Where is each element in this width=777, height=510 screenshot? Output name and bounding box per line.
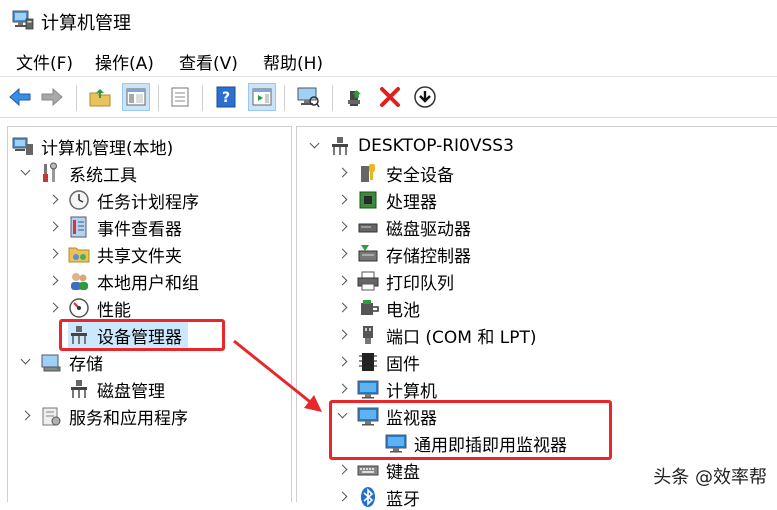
console-tree-pane: 计算机管理(本地) 系统工具 任务计划程序 事件查看器 共享文件夹 本地用户和组… [7,126,292,502]
scan-hardware-icon[interactable] [294,83,322,111]
tree-event-viewer[interactable]: 事件查看器 [48,214,182,240]
monitors-highlight [329,400,612,460]
services-icon [42,407,61,426]
menu-view[interactable]: 查看(V) [179,49,238,74]
expand-chevron-icon[interactable] [337,329,349,341]
clock-icon [69,190,89,210]
menu-help[interactable]: 帮助(H) [263,49,323,74]
device-computer[interactable]: 计算机 [337,376,437,402]
tree-services-apps[interactable]: 服务和应用程序 [20,403,188,429]
expand-chevron-icon[interactable] [337,356,349,368]
bluetooth-icon [361,487,375,507]
computer-management-icon [12,10,34,30]
expand-chevron-icon[interactable] [337,275,349,287]
device-keyboards[interactable]: 键盘 [337,457,420,483]
expand-chevron-icon[interactable] [337,491,349,503]
computer-management-icon [12,137,33,155]
device-firmware[interactable]: 固件 [337,349,420,375]
monitor-icon [357,380,379,399]
tree-task-scheduler[interactable]: 任务计划程序 [48,187,199,213]
expand-chevron-icon[interactable] [337,383,349,395]
users-icon [71,273,88,290]
tree-storage[interactable]: 存储 [20,349,103,375]
tools-icon [43,162,57,182]
watermark: 头条 @效率帮 [653,467,767,488]
port-icon [363,326,373,344]
expand-chevron-icon[interactable] [48,221,60,233]
device-root[interactable]: DESKTOP-RI0VSS3 [309,133,514,159]
shared-folder-icon [68,247,90,263]
back-icon[interactable] [6,83,34,111]
expand-chevron-icon[interactable] [337,248,349,260]
toolbar: ? [0,76,777,118]
disk-management-icon [71,380,87,398]
tree-shared-folders[interactable]: 共享文件夹 [48,241,182,267]
svg-text:?: ? [222,90,230,106]
keyboard-icon [357,465,379,476]
performance-icon [69,298,89,318]
menu-file[interactable]: 文件(F) [16,49,73,74]
tree-performance[interactable]: 性能 [48,295,131,321]
collapse-chevron-icon[interactable] [20,167,32,179]
device-bluetooth[interactable]: 蓝牙 [337,484,420,510]
menu-bar: 文件(F) 操作(A) 查看(V) 帮助(H) [0,45,777,75]
security-device-icon [361,164,375,182]
device-security-devices[interactable]: 安全设备 [337,160,454,186]
expand-chevron-icon[interactable] [337,167,349,179]
device-processors[interactable]: 处理器 [337,187,437,213]
expand-chevron-icon[interactable] [48,194,60,206]
show-tree-icon[interactable] [122,83,150,111]
tree-system-tools[interactable]: 系统工具 [20,160,137,186]
device-disk-drives[interactable]: 磁盘驱动器 [337,214,471,240]
storage-icon [41,354,61,372]
device-manager-highlight [59,319,225,351]
menu-action[interactable]: 操作(A) [95,49,154,74]
printer-icon [357,271,379,291]
expand-chevron-icon[interactable] [337,194,349,206]
properties-icon[interactable] [166,83,194,111]
device-batteries[interactable]: 电池 [337,295,420,321]
download-icon[interactable] [411,83,439,111]
expand-chevron-icon[interactable] [48,275,60,287]
expand-chevron-icon[interactable] [337,302,349,314]
device-print-queues[interactable]: 打印队列 [337,268,454,294]
device-storage-controllers[interactable]: 存储控制器 [337,241,471,267]
device-tree-pane: DESKTOP-RI0VSS3 安全设备 处理器 磁盘驱动器 存储控制器 打印队… [296,126,777,510]
processor-icon [359,191,377,209]
tree-local-users[interactable]: 本地用户和组 [48,268,199,294]
expand-chevron-icon[interactable] [337,221,349,233]
firmware-icon [359,353,377,371]
folder-up-icon[interactable] [86,83,114,111]
collapse-chevron-icon[interactable] [309,140,321,152]
storage-controller-icon [358,245,378,262]
title-bar: 计算机管理 [0,0,777,42]
tree-root[interactable]: 计算机管理(本地) [12,133,173,159]
uninstall-icon[interactable] [376,83,404,111]
update-driver-icon[interactable] [342,83,370,111]
action-pane-icon[interactable] [248,83,276,111]
expand-chevron-icon[interactable] [48,302,60,314]
disk-drive-icon [358,223,378,233]
collapse-chevron-icon[interactable] [20,356,32,368]
battery-icon [361,300,379,315]
help-icon[interactable]: ? [212,83,240,111]
expand-chevron-icon[interactable] [20,410,32,422]
expand-chevron-icon[interactable] [48,248,60,260]
desktop-computer-icon [332,137,348,155]
expand-chevron-icon[interactable] [337,464,349,476]
event-viewer-icon [70,216,87,238]
tree-disk-management[interactable]: 磁盘管理 [68,376,165,402]
window-title: 计算机管理 [41,13,131,34]
forward-icon[interactable] [38,83,66,111]
device-ports[interactable]: 端口 (COM 和 LPT) [337,322,537,348]
